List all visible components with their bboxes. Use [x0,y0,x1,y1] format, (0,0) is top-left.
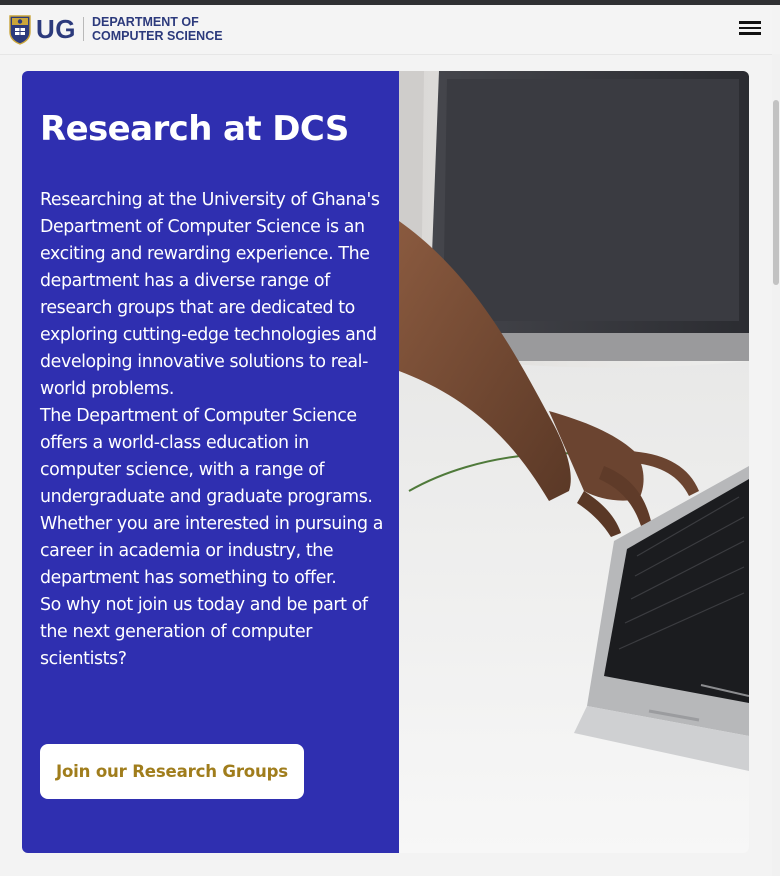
description-paragraph-3: So why not join us today and be part of … [40,595,368,669]
site-header: UG DEPARTMENT OF COMPUTER SCIENCE [0,5,772,55]
description-paragraph-1: Researching at the University of Ghana's… [40,190,380,399]
department-name-line-2: COMPUTER SCIENCE [92,29,223,43]
research-hero-card: Research at DCS Researching at the Unive… [22,71,749,853]
join-research-groups-button[interactable]: Join our Research Groups [40,744,304,799]
site-logo[interactable]: UG DEPARTMENT OF COMPUTER SCIENCE [8,10,223,48]
description-paragraph-2: The Department of Computer Science offer… [40,406,384,588]
hands-typing-on-laptop-photo [399,71,749,853]
department-name: DEPARTMENT OF COMPUTER SCIENCE [92,15,223,43]
university-crest-icon [9,15,31,45]
page-scrollbar-thumb[interactable] [773,100,779,285]
page-title: Research at DCS [40,109,349,149]
research-description: Researching at the University of Ghana's… [40,187,394,673]
logo-divider [83,17,84,41]
logo-ug-mark: UG [36,14,76,44]
hamburger-menu-icon[interactable] [738,18,762,40]
department-name-line-1: DEPARTMENT OF [92,15,199,29]
research-text-panel: Research at DCS Researching at the Unive… [22,71,399,853]
